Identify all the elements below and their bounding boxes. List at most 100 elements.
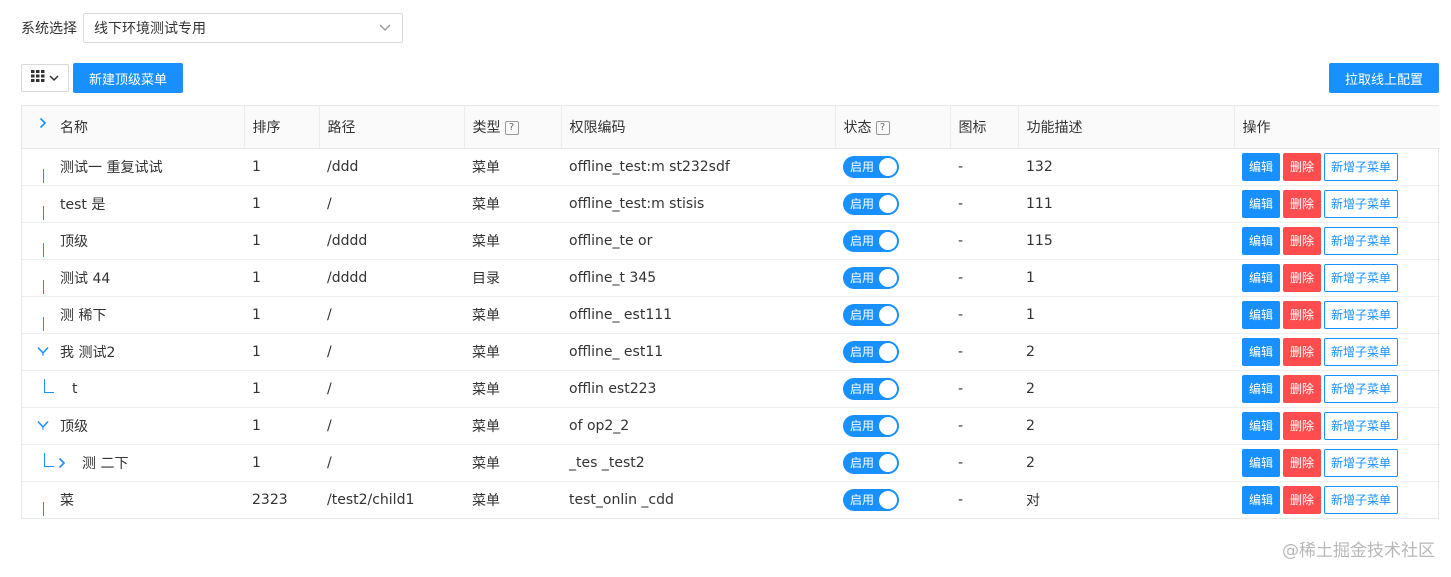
tree-elbow xyxy=(44,378,54,393)
row-type: 菜单 xyxy=(464,222,561,260)
row-desc: 2 xyxy=(1018,333,1234,371)
delete-button[interactable]: 删除 xyxy=(1283,263,1321,292)
edit-button[interactable]: 编辑 xyxy=(1242,448,1280,477)
row-path: /test2/child1 xyxy=(327,491,415,508)
row-name: 测 二下 xyxy=(22,444,244,482)
chevron-down-icon xyxy=(378,21,392,35)
row-code: offline_test:m stisis xyxy=(561,185,835,223)
row-sort: 1 xyxy=(244,259,319,297)
add-child-menu-button[interactable]: 新增子菜单 xyxy=(1324,152,1398,181)
add-child-menu-button[interactable]: 新增子菜单 xyxy=(1324,189,1398,218)
edit-button[interactable]: 编辑 xyxy=(1242,226,1280,255)
row-icon: - xyxy=(950,222,1018,260)
row-status: 启用 xyxy=(835,333,950,371)
add-child-menu-button[interactable]: 新增子菜单 xyxy=(1324,485,1398,514)
delete-button[interactable]: 删除 xyxy=(1283,337,1321,366)
row-name: 菜 xyxy=(22,481,244,518)
row-type: 目录 xyxy=(464,259,561,297)
add-child-menu-button[interactable]: 新增子菜单 xyxy=(1324,448,1398,477)
collapse-icon[interactable] xyxy=(36,418,50,432)
status-toggle[interactable]: 启用 xyxy=(843,303,899,326)
row-icon: - xyxy=(950,444,1018,482)
delete-button[interactable]: 删除 xyxy=(1283,485,1321,514)
row-name: t xyxy=(22,370,244,408)
row-icon: - xyxy=(950,296,1018,334)
delete-button[interactable]: 删除 xyxy=(1283,300,1321,329)
edit-button[interactable]: 编辑 xyxy=(1242,152,1280,181)
status-toggle[interactable]: 启用 xyxy=(843,229,899,252)
collapse-icon[interactable] xyxy=(36,344,50,358)
delete-button[interactable]: 删除 xyxy=(1283,152,1321,181)
delete-button[interactable]: 删除 xyxy=(1283,226,1321,255)
watermark: @稀土掘金技术社区 xyxy=(1282,541,1435,561)
row-type: 菜单 xyxy=(472,492,500,509)
status-toggle[interactable]: 启用 xyxy=(843,488,899,511)
row-ops: 编辑 删除 新增子菜单 xyxy=(1234,296,1440,334)
delete-button[interactable]: 删除 xyxy=(1283,189,1321,218)
column-settings-button[interactable] xyxy=(21,64,69,92)
edit-button[interactable]: 编辑 xyxy=(1242,411,1280,440)
new-top-menu-button[interactable]: 新建顶级菜单 xyxy=(73,63,183,93)
row-desc: 1 xyxy=(1018,259,1234,297)
add-child-menu-button[interactable]: 新增子菜单 xyxy=(1324,300,1398,329)
status-toggle[interactable]: 启用 xyxy=(843,414,899,437)
tree-elbow xyxy=(44,452,54,467)
edit-button[interactable]: 编辑 xyxy=(1242,337,1280,366)
add-child-menu-button[interactable]: 新增子菜单 xyxy=(1324,263,1398,292)
row-sort: 1 xyxy=(244,148,319,186)
row-code: offline_te or xyxy=(561,222,835,260)
tree-line xyxy=(43,279,44,294)
status-toggle[interactable]: 启用 xyxy=(843,155,899,178)
pull-online-config-button[interactable]: 拉取线上配置 xyxy=(1329,63,1439,93)
row-desc: 2 xyxy=(1018,370,1234,408)
tree-line xyxy=(43,242,44,257)
question-icon[interactable]: ? xyxy=(504,120,519,135)
row-desc: 2 xyxy=(1018,407,1234,445)
row-ops: 编辑 删除 新增子菜单 xyxy=(1234,259,1440,297)
header-icon: 图标 xyxy=(950,106,1019,149)
table-row: 测试一 重复试试 1 /ddd 菜单 offline_test:m st232s… xyxy=(22,148,1440,186)
delete-button[interactable]: 删除 xyxy=(1283,374,1321,403)
add-child-menu-button[interactable]: 新增子菜单 xyxy=(1324,411,1398,440)
question-icon[interactable]: ? xyxy=(875,120,890,135)
expand-all-icon[interactable] xyxy=(36,116,50,130)
edit-button[interactable]: 编辑 xyxy=(1242,374,1280,403)
tree-line xyxy=(43,205,44,220)
row-code: of op2_2 xyxy=(561,407,835,445)
status-toggle[interactable]: 启用 xyxy=(843,451,899,474)
header-desc: 功能描述 xyxy=(1018,106,1235,149)
edit-button[interactable]: 编辑 xyxy=(1242,300,1280,329)
table-row: 菜 2323 /test2/child1 菜单 test_onlin _cdd … xyxy=(22,481,1440,518)
status-toggle[interactable]: 启用 xyxy=(843,377,899,400)
row-desc: 对 xyxy=(1026,492,1040,509)
status-toggle[interactable]: 启用 xyxy=(843,266,899,289)
edit-button[interactable]: 编辑 xyxy=(1242,263,1280,292)
row-path: / xyxy=(319,333,464,371)
row-code: _tes _test2 xyxy=(561,444,835,482)
add-child-menu-button[interactable]: 新增子菜单 xyxy=(1324,337,1398,366)
row-code: offline_t 345 xyxy=(561,259,835,297)
row-sort: 1 xyxy=(244,444,319,482)
system-select[interactable]: 线下环境测试专用 xyxy=(83,13,403,43)
status-toggle[interactable]: 启用 xyxy=(843,340,899,363)
delete-button[interactable]: 删除 xyxy=(1283,448,1321,477)
edit-button[interactable]: 编辑 xyxy=(1242,189,1280,218)
delete-button[interactable]: 删除 xyxy=(1283,411,1321,440)
expand-icon[interactable] xyxy=(56,456,68,470)
header-name: 名称 xyxy=(22,106,245,149)
system-label: 系统选择 xyxy=(21,21,77,37)
row-code: offline_ est111 xyxy=(561,296,835,334)
add-child-menu-button[interactable]: 新增子菜单 xyxy=(1324,374,1398,403)
row-name: 测 稀下 xyxy=(22,296,244,334)
row-type: 菜单 xyxy=(464,407,561,445)
row-icon: - xyxy=(950,185,1018,223)
row-status: 启用 xyxy=(835,222,950,260)
table-row: 测试 44 1 /dddd 目录 offline_t 345 启用 - 1 编辑… xyxy=(22,259,1440,297)
menu-table: 名称 排序 路径 类型? 权限编码 状态? 图标 功能描述 操作 测试一 重复试… xyxy=(21,105,1440,519)
edit-button[interactable]: 编辑 xyxy=(1242,485,1280,514)
status-toggle[interactable]: 启用 xyxy=(843,192,899,215)
row-type: 菜单 xyxy=(464,370,561,408)
header-type: 类型? xyxy=(464,106,562,149)
system-select-value: 线下环境测试专用 xyxy=(94,21,206,37)
add-child-menu-button[interactable]: 新增子菜单 xyxy=(1324,226,1398,255)
